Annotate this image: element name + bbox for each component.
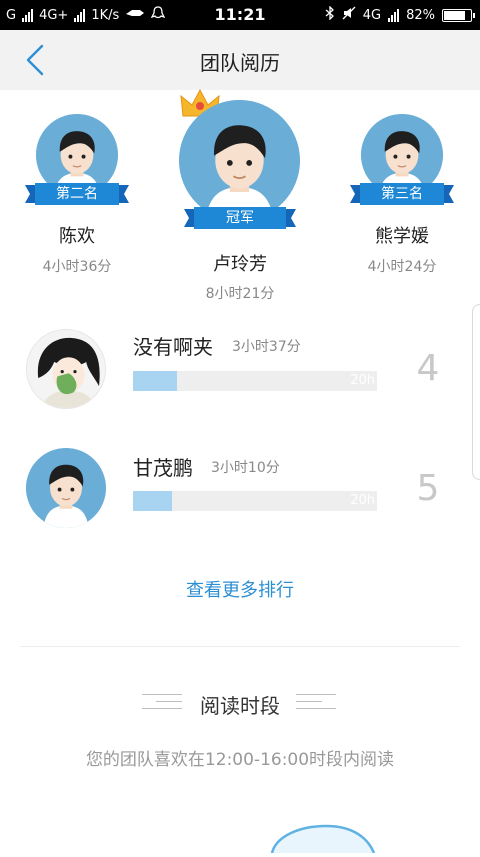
reading-progress-bar: 20h <box>133 371 377 391</box>
badge-champion: 冠军 <box>184 207 296 231</box>
member-time: 3小时10分 <box>211 460 280 476</box>
podium-name: 陈欢 <box>59 226 95 247</box>
boy-avatar-icon <box>26 448 106 528</box>
progress-fill <box>133 491 172 511</box>
progress-max-label: 20h <box>350 493 375 508</box>
member-name: 甘茂鹏 <box>133 456 193 480</box>
avatar[interactable] <box>26 448 106 528</box>
title-decoration-right <box>296 694 336 715</box>
avatar[interactable] <box>26 329 106 409</box>
badge-label: 第二名 <box>56 186 98 202</box>
section-title: 阅读时段 <box>200 694 280 718</box>
signal-icon-3 <box>388 8 400 22</box>
page-title: 团队阅历 <box>200 51 280 75</box>
reading-progress-bar: 20h <box>133 491 377 511</box>
podium-name: 熊学媛 <box>375 226 429 247</box>
battery-icon <box>442 8 475 22</box>
section-description: 您的团队喜欢在12:00-16:00时段内阅读 <box>85 750 395 770</box>
avatar[interactable] <box>179 100 300 221</box>
reading-chart-shape <box>270 822 380 857</box>
rank-number: 5 <box>416 468 440 509</box>
mute-icon <box>342 6 356 24</box>
podium-time: 4小时36分 <box>42 259 112 275</box>
battery-percent: 82% <box>406 7 435 23</box>
side-drawer-handle[interactable] <box>472 304 480 480</box>
status-bar: G 4G+ 1K/s 11:21 4G 82% <box>0 0 480 30</box>
girl-avatar-icon <box>27 330 105 408</box>
badge-third: 第三名 <box>350 183 454 207</box>
view-more-ranking-link[interactable]: 查看更多排行 <box>0 576 480 602</box>
divider <box>20 646 460 647</box>
podium-time: 4小时24分 <box>367 259 437 275</box>
battery-fill <box>444 10 465 20</box>
nav-bar: 团队阅历 <box>0 30 480 90</box>
badge-second: 第二名 <box>25 183 129 207</box>
network-label-2: 4G <box>362 7 382 23</box>
status-right: 4G 82% <box>325 5 475 24</box>
rank-number: 4 <box>416 348 440 389</box>
badge-label: 第三名 <box>381 186 423 202</box>
podium-name: 卢玲芳 <box>213 254 267 275</box>
badge-label: 冠军 <box>226 210 254 226</box>
progress-max-label: 20h <box>350 373 375 388</box>
progress-fill <box>133 371 178 391</box>
member-name: 没有啊夹 <box>133 335 213 359</box>
boy-avatar-icon <box>179 100 300 221</box>
bluetooth-icon <box>325 5 335 24</box>
podium-time: 8小时21分 <box>205 286 275 302</box>
member-time: 3小时37分 <box>232 339 301 355</box>
